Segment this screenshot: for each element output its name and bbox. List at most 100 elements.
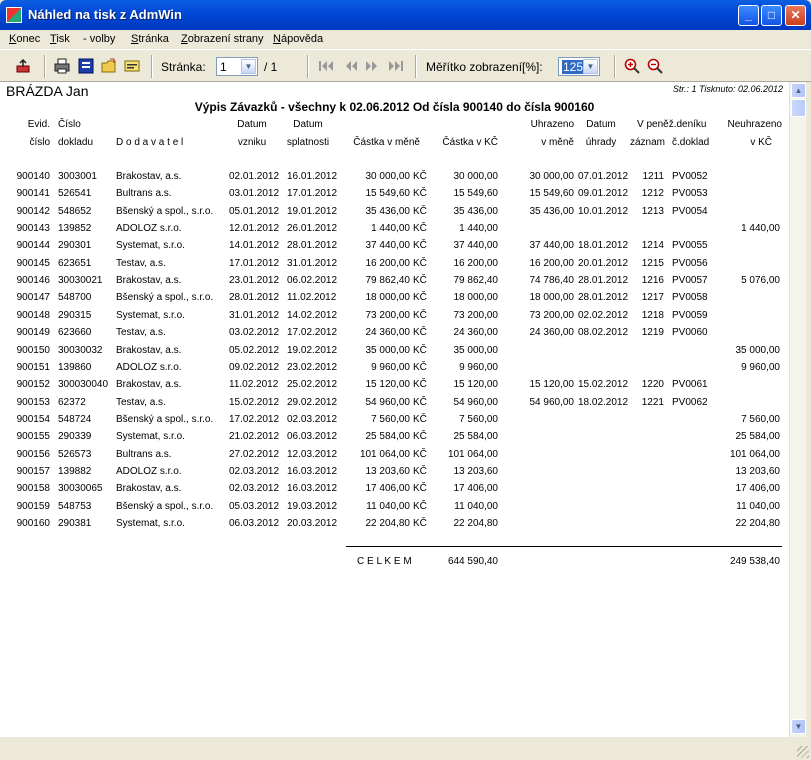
cell-datum-vzniku: 28.01.2012 xyxy=(229,292,280,303)
cell-castka-kc: 18 000,00 xyxy=(453,292,499,303)
cell-cislo-pd: PV0059 xyxy=(672,310,708,321)
cell-uhrazeno-mene: 74 786,40 xyxy=(529,275,575,286)
cell-datum-uhrady: 18.02.2012 xyxy=(578,397,629,408)
cell-evid-cislo: 900149 xyxy=(16,327,50,338)
cell-neuhrazeno: 17 406,00 xyxy=(735,483,781,494)
cell-uhrazeno-mene: 35 436,00 xyxy=(529,206,575,217)
cell-evid-cislo: 900147 xyxy=(16,292,50,303)
zoom-select[interactable]: 125 ▼ xyxy=(558,57,600,76)
cell-zaznam: 1218 xyxy=(641,310,664,321)
scroll-down-button[interactable]: ▼ xyxy=(791,719,806,734)
cell-evid-cislo: 900159 xyxy=(16,501,50,512)
header-uhrazeno: Uhrazeno xyxy=(530,119,574,130)
print-icon[interactable] xyxy=(54,58,70,74)
minimize-button[interactable]: _ xyxy=(738,5,759,26)
cell-uhrazeno-mene: 37 440,00 xyxy=(529,240,575,251)
cell-evid-cislo: 900145 xyxy=(16,258,50,269)
cell-datum-vzniku: 09.02.2012 xyxy=(229,362,280,373)
cell-evid-cislo: 900160 xyxy=(16,518,50,529)
cell-dodavatel: Testav, a.s. xyxy=(116,327,166,338)
cell-castka-mene: 15 549,60 xyxy=(365,188,411,199)
cell-neuhrazeno: 5 076,00 xyxy=(741,275,780,286)
open-folder-icon[interactable] xyxy=(101,58,117,74)
cell-datum-uhrady: 02.02.2012 xyxy=(578,310,629,321)
cell-datum-splatnosti: 06.02.2012 xyxy=(287,275,338,286)
cell-datum-splatnosti: 11.02.2012 xyxy=(287,292,337,303)
cell-dodavatel: Bšenský a spol., s.r.o. xyxy=(116,501,214,512)
cell-uhrazeno-mene: 18 000,00 xyxy=(529,292,575,303)
vertical-scrollbar[interactable]: ▲ ▼ xyxy=(789,82,806,737)
menu-tisk[interactable]: Tisk xyxy=(50,33,70,45)
menu-stranka[interactable]: Stránka xyxy=(131,33,169,45)
zoom-out-icon[interactable] xyxy=(647,58,663,74)
menu-volby[interactable]: - volby xyxy=(83,33,115,45)
cell-datum-splatnosti: 19.02.2012 xyxy=(287,345,338,356)
cell-cislo-pd: PV0060 xyxy=(672,327,708,338)
cell-datum-splatnosti: 20.03.2012 xyxy=(287,518,338,529)
cell-datum-vzniku: 03.02.2012 xyxy=(229,327,280,338)
cell-cislo-dokladu: 548700 xyxy=(58,292,92,303)
cell-datum-uhrady: 08.02.2012 xyxy=(578,327,629,338)
cell-castka-kc: 15 120,00 xyxy=(453,379,499,390)
next-page-icon[interactable] xyxy=(364,59,380,75)
cell-dodavatel: ADOLOZ s.r.o. xyxy=(116,466,182,477)
cell-datum-splatnosti: 19.01.2012 xyxy=(287,206,338,217)
cell-zaznam: 1221 xyxy=(641,397,664,408)
menu-konec[interactable]: Konec xyxy=(9,33,40,45)
chevron-down-icon[interactable]: ▼ xyxy=(241,59,256,74)
print-preview-page: BRÁZDA Jan Str.: 1 Tisknuto: 02.06.2012 … xyxy=(0,82,789,737)
cell-castka-mene: 30 000,00 xyxy=(365,171,411,182)
cell-datum-uhrady: 20.01.2012 xyxy=(578,258,629,269)
cell-mena: KČ xyxy=(413,292,427,303)
export-icon[interactable] xyxy=(124,58,140,74)
cell-datum-uhrady: 15.02.2012 xyxy=(578,379,629,390)
print-setup-icon[interactable] xyxy=(78,58,94,74)
chevron-up-icon: ▲ xyxy=(794,86,803,95)
cell-castka-kc: 35 436,00 xyxy=(453,206,499,217)
cell-castka-kc: 17 406,00 xyxy=(453,483,499,494)
toolbar-separator xyxy=(151,55,153,78)
header-datum-vzniku-2: vzniku xyxy=(237,137,267,148)
header-castka-mene: Částka v měně xyxy=(353,137,420,148)
cell-castka-mene: 1 440,00 xyxy=(371,223,410,234)
cell-cislo-dokladu: 548652 xyxy=(58,206,92,217)
cell-dodavatel: Systemat, s.r.o. xyxy=(116,518,185,529)
cell-castka-kc: 22 204,80 xyxy=(453,518,499,529)
cell-cislo-dokladu: 548753 xyxy=(58,501,92,512)
close-button[interactable]: ✕ xyxy=(785,5,806,26)
header-uhrazeno-2: v měně xyxy=(541,137,574,148)
cell-datum-vzniku: 02.03.2012 xyxy=(229,466,280,477)
menu-napoveda[interactable]: Nápověda xyxy=(273,33,323,45)
cell-dodavatel: Brakostav, a.s. xyxy=(116,379,182,390)
cell-evid-cislo: 900158 xyxy=(16,483,50,494)
cell-datum-uhrady: 07.01.2012 xyxy=(578,171,629,182)
exit-icon[interactable] xyxy=(15,58,31,74)
scroll-thumb[interactable] xyxy=(791,99,806,117)
page-select[interactable]: 1 ▼ xyxy=(216,57,258,76)
cell-uhrazeno-mene: 15 549,60 xyxy=(529,188,575,199)
maximize-button[interactable]: □ xyxy=(761,5,782,26)
cell-evid-cislo: 900154 xyxy=(16,414,50,425)
page-total: / 1 xyxy=(264,60,278,74)
cell-castka-kc: 25 584,00 xyxy=(453,431,499,442)
zoom-in-icon[interactable] xyxy=(624,58,640,74)
menu-zobrazeni-strany[interactable]: Zobrazení strany xyxy=(181,33,264,45)
cell-castka-mene: 9 960,00 xyxy=(371,362,410,373)
first-page-icon[interactable] xyxy=(318,59,334,75)
last-page-icon[interactable] xyxy=(388,59,404,75)
header-datum-uhrady-2: úhrady xyxy=(585,137,617,148)
resize-grip-icon[interactable] xyxy=(797,746,809,758)
cell-castka-mene: 22 204,80 xyxy=(365,518,411,529)
title-bar[interactable]: Náhled na tisk z AdmWin _ □ ✕ xyxy=(0,0,811,30)
chevron-down-icon[interactable]: ▼ xyxy=(583,59,598,74)
cell-datum-vzniku: 14.01.2012 xyxy=(229,240,280,251)
cell-castka-mene: 79 862,40 xyxy=(365,275,411,286)
header-zaznam: záznam xyxy=(630,137,666,148)
cell-dodavatel: Systemat, s.r.o. xyxy=(116,240,185,251)
cell-castka-kc: 37 440,00 xyxy=(453,240,499,251)
report-page-info: Str.: 1 Tisknuto: 02.06.2012 xyxy=(672,84,783,94)
cell-neuhrazeno: 1 440,00 xyxy=(741,223,780,234)
scroll-up-button[interactable]: ▲ xyxy=(791,83,806,98)
prev-page-icon[interactable] xyxy=(343,59,359,75)
cell-datum-vzniku: 06.03.2012 xyxy=(229,518,280,529)
